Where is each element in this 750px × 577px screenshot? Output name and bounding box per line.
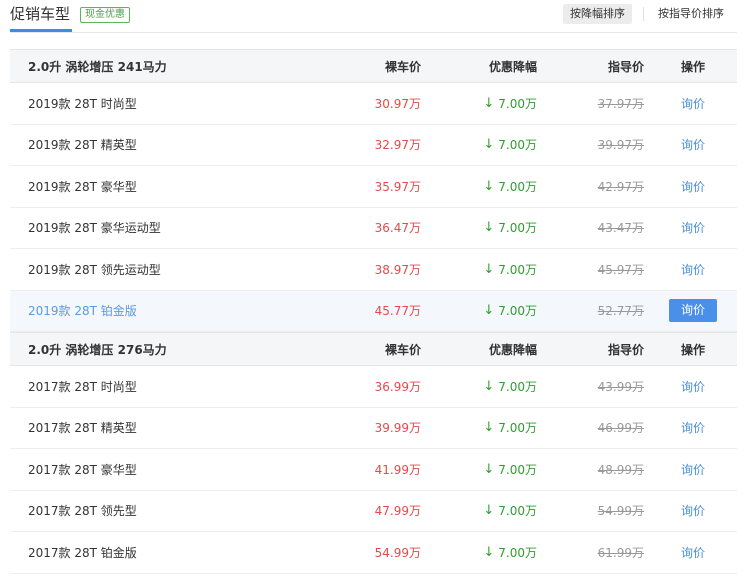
discount-amount: ↓ 7.00万: [483, 261, 537, 277]
guide-price: 48.99万: [597, 462, 644, 477]
header-divider: [10, 32, 737, 33]
down-arrow-icon: ↓: [483, 137, 495, 153]
down-arrow-icon: ↓: [483, 178, 495, 194]
discount-amount: ↓ 7.00万: [483, 378, 537, 394]
page-title: 促销车型: [10, 5, 71, 23]
model-name: 2019款 28T 时尚型: [28, 96, 137, 111]
discount-column-header: 优惠降幅: [488, 342, 537, 357]
sort-by-discount-button[interactable]: 按降幅排序: [563, 4, 632, 24]
discount-amount: ↓ 7.00万: [483, 303, 537, 319]
cash-discount-badge: 现金优惠: [80, 7, 130, 23]
table-row: 2017款 28T 铂金版 54.99万 ↓ 7.00万 61.99万 询价: [10, 532, 737, 574]
action-column-header: 操作: [680, 59, 705, 74]
down-arrow-icon: ↓: [483, 503, 495, 519]
table-row: 2019款 28T 时尚型 30.97万 ↓ 7.00万 37.97万 询价: [10, 83, 737, 125]
model-name: 2017款 28T 领先型: [28, 504, 137, 519]
price-column-header: 裸车价: [384, 342, 421, 357]
model-name: 2017款 28T 时尚型: [28, 379, 137, 394]
inquire-link[interactable]: 询价: [669, 366, 717, 407]
bare-price: 41.99万: [374, 462, 421, 477]
bare-price: 36.99万: [374, 379, 421, 394]
down-arrow-icon: ↓: [483, 461, 495, 477]
table-row: 2019款 28T 精英型 32.97万 ↓ 7.00万 39.97万 询价: [10, 125, 737, 166]
down-arrow-icon: ↓: [483, 544, 495, 560]
table-row: 2017款 28T 豪华型 41.99万 ↓ 7.00万 48.99万 询价: [10, 449, 737, 491]
table-row: 2017款 28T 领先型 47.99万 ↓ 7.00万 54.99万 询价: [10, 491, 737, 532]
model-name: 2017款 28T 豪华型: [28, 462, 137, 477]
promo-header: 促销车型 现金优惠 按降幅排序 按指导价排序: [0, 0, 750, 33]
inquire-link[interactable]: 询价: [669, 83, 717, 124]
model-name: 2017款 28T 精英型: [28, 421, 137, 436]
table-row: 2019款 28T 豪华运动型 36.47万 ↓ 7.00万 43.47万 询价: [10, 208, 737, 249]
action-column-header: 操作: [680, 342, 705, 357]
model-name: 2017款 28T 铂金版: [28, 545, 137, 560]
table-row: 2019款 28T 领先运动型 38.97万 ↓ 7.00万 45.97万 询价: [10, 249, 737, 291]
down-arrow-icon: ↓: [483, 378, 495, 394]
price-column-header: 裸车价: [384, 59, 421, 74]
down-arrow-icon: ↓: [483, 303, 495, 319]
down-arrow-icon: ↓: [483, 95, 495, 111]
discount-amount: ↓ 7.00万: [483, 137, 537, 153]
inquire-link[interactable]: 询价: [669, 449, 717, 490]
bare-price: 36.47万: [374, 221, 421, 236]
down-arrow-icon: ↓: [483, 420, 495, 436]
table-row: 2017款 28T 时尚型 36.99万 ↓ 7.00万 43.99万 询价: [10, 366, 737, 408]
guide-price: 43.47万: [597, 221, 644, 236]
model-name: 2019款 28T 铂金版: [28, 304, 137, 319]
guide-price: 54.99万: [597, 504, 644, 519]
inquire-link[interactable]: 询价: [669, 491, 717, 532]
bare-price: 39.99万: [374, 421, 421, 436]
guide-price: 42.97万: [597, 179, 644, 194]
guide-price: 37.97万: [597, 96, 644, 111]
bare-price: 47.99万: [374, 504, 421, 519]
bare-price: 32.97万: [374, 138, 421, 153]
bare-price: 30.97万: [374, 96, 421, 111]
group-header: 2.0升 涡轮增压 241马力 裸车价 优惠降幅 指导价 操作: [10, 49, 737, 83]
table-row: 2019款 28T 豪华型 35.97万 ↓ 7.00万 42.97万 询价: [10, 166, 737, 208]
down-arrow-icon: ↓: [483, 261, 495, 277]
bare-price: 38.97万: [374, 262, 421, 277]
discount-amount: ↓ 7.00万: [483, 95, 537, 111]
guide-price: 61.99万: [597, 545, 644, 560]
sort-divider: [643, 7, 644, 21]
model-name: 2019款 28T 豪华运动型: [28, 221, 161, 236]
discount-amount: ↓ 7.00万: [483, 420, 537, 436]
discount-amount: ↓ 7.00万: [483, 544, 537, 560]
inquire-link[interactable]: 询价: [669, 408, 717, 449]
discount-amount: ↓ 7.00万: [483, 178, 537, 194]
inquire-link[interactable]: 询价: [669, 208, 717, 249]
model-name: 2019款 28T 精英型: [28, 138, 137, 153]
model-name: 2019款 28T 豪华型: [28, 179, 137, 194]
bare-price: 45.77万: [374, 304, 421, 319]
discount-column-header: 优惠降幅: [488, 59, 537, 74]
inquire-link[interactable]: 询价: [669, 249, 717, 290]
engine-spec-label: 2.0升 涡轮增压 241马力: [28, 59, 167, 74]
guide-price: 43.99万: [597, 379, 644, 394]
guide-price: 46.99万: [597, 421, 644, 436]
engine-spec-label: 2.0升 涡轮增压 276马力: [28, 342, 167, 357]
table-row: 2017款 28T 精英型 39.99万 ↓ 7.00万 46.99万 询价: [10, 408, 737, 449]
discount-amount: ↓ 7.00万: [483, 503, 537, 519]
guide-price: 45.97万: [597, 262, 644, 277]
guide-price: 52.77万: [597, 304, 644, 319]
down-arrow-icon: ↓: [483, 220, 495, 236]
inquire-link[interactable]: 询价: [669, 125, 717, 166]
bare-price: 35.97万: [374, 179, 421, 194]
table-row-hovered[interactable]: 2019款 28T 铂金版 45.77万 ↓ 7.00万 52.77万 询价: [10, 290, 737, 332]
inquire-link[interactable]: 询价: [669, 532, 717, 573]
inquire-link[interactable]: 询价: [669, 166, 717, 207]
discount-amount: ↓ 7.00万: [483, 220, 537, 236]
guide-price-column-header: 指导价: [607, 342, 644, 357]
guide-price: 39.97万: [597, 138, 644, 153]
model-name: 2019款 28T 领先运动型: [28, 262, 161, 277]
sort-by-guide-price-button[interactable]: 按指导价排序: [651, 4, 731, 24]
bare-price: 54.99万: [374, 545, 421, 560]
promo-table: 2.0升 涡轮增压 241马力 裸车价 优惠降幅 指导价 操作 2019款 28…: [10, 49, 737, 574]
group-header: 2.0升 涡轮增压 276马力 裸车价 优惠降幅 指导价 操作: [10, 332, 737, 366]
guide-price-column-header: 指导价: [607, 59, 644, 74]
discount-amount: ↓ 7.00万: [483, 461, 537, 477]
inquire-button[interactable]: 询价: [669, 299, 717, 323]
